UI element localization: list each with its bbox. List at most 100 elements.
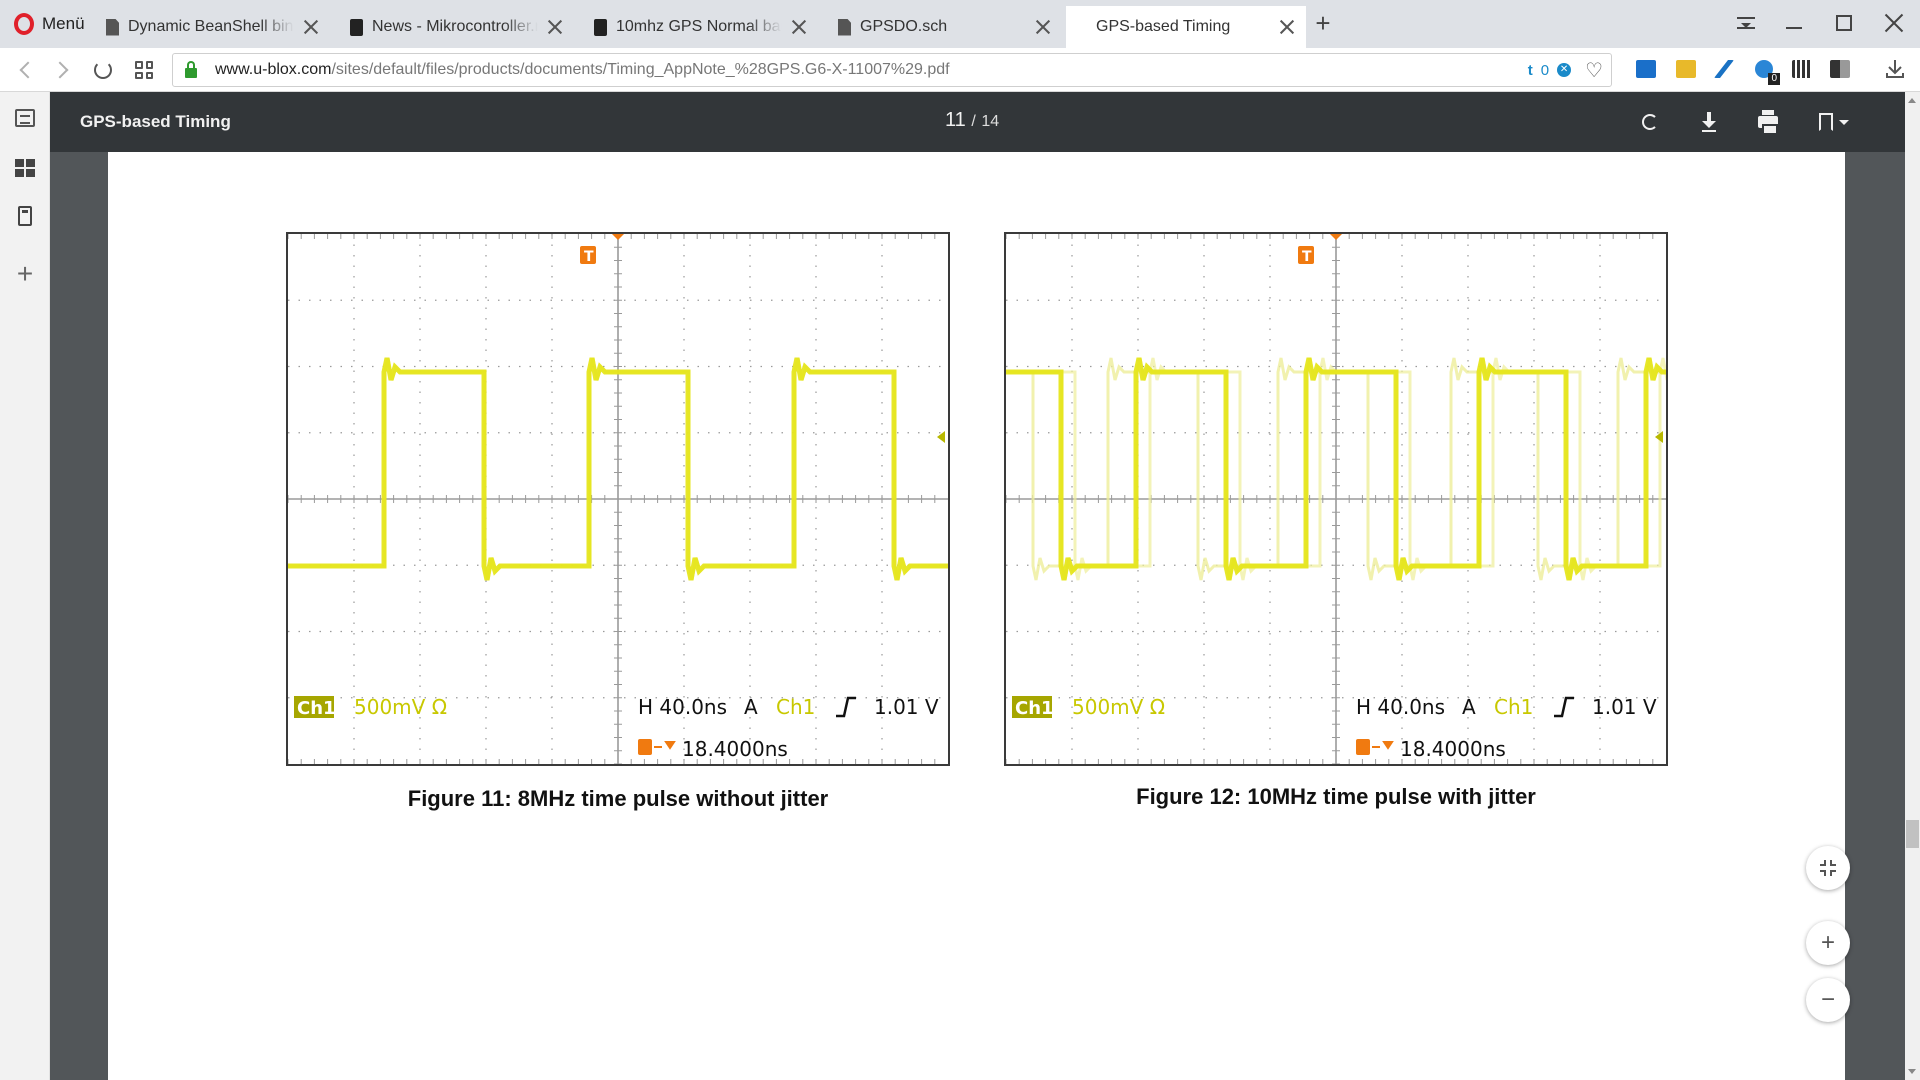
tab-beanshell[interactable]: Dynamic BeanShell bindin — [96, 6, 330, 48]
back-button[interactable] — [10, 55, 40, 85]
timebase: H 40.0ns — [638, 695, 727, 719]
trigger-level: 1.01 V — [1592, 695, 1657, 719]
figure-11-caption: Figure 11: 8MHz time pulse without jitte… — [407, 786, 829, 811]
new-tab-button[interactable]: + — [1310, 10, 1336, 37]
reload-button[interactable] — [88, 55, 118, 85]
document-icon — [838, 18, 851, 36]
extension-6-button[interactable] — [1828, 57, 1852, 81]
close-tab-icon[interactable] — [790, 18, 808, 36]
channel-label: Ch1 — [1015, 698, 1054, 719]
tracker-count: 0 — [1540, 61, 1550, 79]
tracker-icon[interactable]: t — [1528, 62, 1533, 79]
tab-menu-icon — [1737, 17, 1755, 29]
fit-to-page-button[interactable] — [1806, 846, 1850, 890]
maximize-icon — [1836, 15, 1852, 31]
scroll-down-icon[interactable] — [1908, 1069, 1916, 1074]
opera-logo-icon — [14, 13, 34, 35]
zoom-in-button[interactable]: + — [1806, 921, 1850, 965]
print-button[interactable] — [1754, 108, 1782, 136]
timebase: H 40.0ns — [1356, 695, 1445, 719]
speed-dial-button[interactable] — [129, 55, 159, 85]
oscilloscope-figure-12: T Ch1 500mV Ω H 40.0ns A Ch1 1.01 V 18.4000ns — [1004, 232, 1668, 766]
sidebar-add-button[interactable]: + — [13, 258, 37, 289]
plus-icon: + — [1820, 929, 1835, 956]
tab-title: Dynamic BeanShell bindin — [128, 18, 294, 36]
sidebar-tiles-button[interactable] — [13, 156, 37, 180]
current-page-input[interactable]: 11 — [945, 109, 966, 131]
trigger-mode: A — [1462, 695, 1476, 719]
pdf-title: GPS-based Timing — [80, 112, 231, 131]
tab-title: 10mhz GPS Normal bauen — [616, 18, 782, 36]
channel-label: Ch1 — [297, 698, 336, 719]
vertical-scrollbar[interactable] — [1905, 92, 1920, 1080]
document-icon — [106, 18, 119, 36]
extension-2-button[interactable] — [1674, 57, 1698, 81]
rotate-button[interactable] — [1636, 108, 1664, 136]
download-icon — [1702, 112, 1716, 132]
scope-screen: T Ch1 500mV Ω H 40.0ns A Ch1 1.01 V 18.4000ns — [1006, 234, 1666, 764]
tab-mikrocontroller-news[interactable]: News - Mikrocontroller.ne — [340, 6, 574, 48]
extension-4-button[interactable]: 0 — [1752, 57, 1780, 85]
extension-screenshot-icon — [1636, 60, 1656, 78]
opera-menu-button[interactable]: Menü — [8, 8, 91, 40]
bookmarks-icon — [15, 109, 35, 127]
tracker-close-icon[interactable]: ✕ — [1557, 63, 1572, 77]
trigger-offset-t-icon — [1356, 739, 1370, 755]
extension-z-icon — [1714, 60, 1734, 78]
mikrocontroller-icon — [594, 18, 607, 36]
tab-gps-based-timing[interactable]: GPS-based Timing — [1066, 6, 1306, 48]
scope-grid — [288, 234, 948, 764]
forward-button[interactable] — [48, 55, 78, 85]
page-indicator: 11 / 14 — [945, 109, 1000, 131]
tiles-icon — [15, 159, 35, 177]
close-window-button[interactable] — [1874, 6, 1914, 40]
extension-3-button[interactable] — [1712, 57, 1736, 81]
trigger-channel: Ch1 — [1494, 695, 1533, 719]
maximize-button[interactable] — [1824, 6, 1864, 40]
url-text: www.u-blox.com/sites/default/files/produ… — [215, 61, 950, 79]
download-button[interactable] — [1695, 108, 1723, 136]
url-field[interactable]: www.u-blox.com/sites/default/files/produ… — [172, 53, 1612, 87]
pdf-page: T Ch1 500mV Ω H 40.0ns A Ch1 1.01 V 18.4000ns F… — [108, 152, 1845, 1080]
bookmark-icon — [1819, 113, 1833, 131]
close-tab-icon[interactable] — [1278, 18, 1296, 36]
scroll-up-icon[interactable] — [1908, 98, 1916, 103]
trigger-t-label: T — [584, 249, 594, 265]
menu-label: Menü — [42, 14, 85, 33]
bookmark-menu-button[interactable] — [1812, 108, 1856, 136]
tab-bar: Menü Dynamic BeanShell bindin News - Mik… — [0, 0, 1920, 48]
scrollbar-thumb[interactable] — [1906, 820, 1919, 848]
heart-icon[interactable]: ♡ — [1585, 58, 1603, 83]
extension-1-button[interactable] — [1634, 57, 1658, 81]
sidebar-bookmarks-button[interactable] — [13, 106, 37, 130]
figure-12-caption: Figure 12: 10MHz time pulse with jitter — [1136, 784, 1536, 809]
chevron-left-icon — [19, 61, 37, 79]
print-icon — [1758, 110, 1778, 135]
close-tab-icon[interactable] — [546, 18, 564, 36]
trigger-offset: 18.4000ns — [1400, 737, 1506, 761]
rotate-icon — [1642, 114, 1658, 130]
sidebar: + — [0, 92, 50, 1080]
sidebar-calculator-button[interactable] — [13, 204, 37, 228]
trigger-offset-t-icon — [638, 739, 652, 755]
extension-badge: 0 — [1768, 73, 1780, 85]
zoom-out-button[interactable]: − — [1806, 978, 1850, 1022]
close-tab-icon[interactable] — [1034, 18, 1052, 36]
tab-gpsdo-sch[interactable]: GPSDO.sch — [828, 6, 1062, 48]
scope-screen: T Ch1 500mV Ω H 40.0ns A Ch1 1.01 V 18.4000ns — [288, 234, 948, 764]
minimize-button[interactable] — [1774, 6, 1814, 40]
trigger-offset: 18.4000ns — [682, 737, 788, 761]
close-tab-icon[interactable] — [302, 18, 320, 36]
calculator-icon — [18, 206, 32, 226]
extension-folder-icon — [1676, 60, 1696, 78]
extension-panels-icon — [1830, 60, 1850, 78]
rising-edge-icon — [1554, 696, 1574, 718]
qr-code-icon — [1792, 60, 1812, 78]
tab-10mhz-gps[interactable]: 10mhz GPS Normal bauen — [584, 6, 818, 48]
extension-5-button[interactable] — [1790, 57, 1814, 81]
mikrocontroller-icon — [350, 18, 363, 36]
downloads-icon[interactable] — [1884, 58, 1906, 80]
tab-menu-button[interactable] — [1726, 6, 1766, 40]
plus-icon: + — [16, 258, 34, 289]
trigger-level: 1.01 V — [874, 695, 939, 719]
